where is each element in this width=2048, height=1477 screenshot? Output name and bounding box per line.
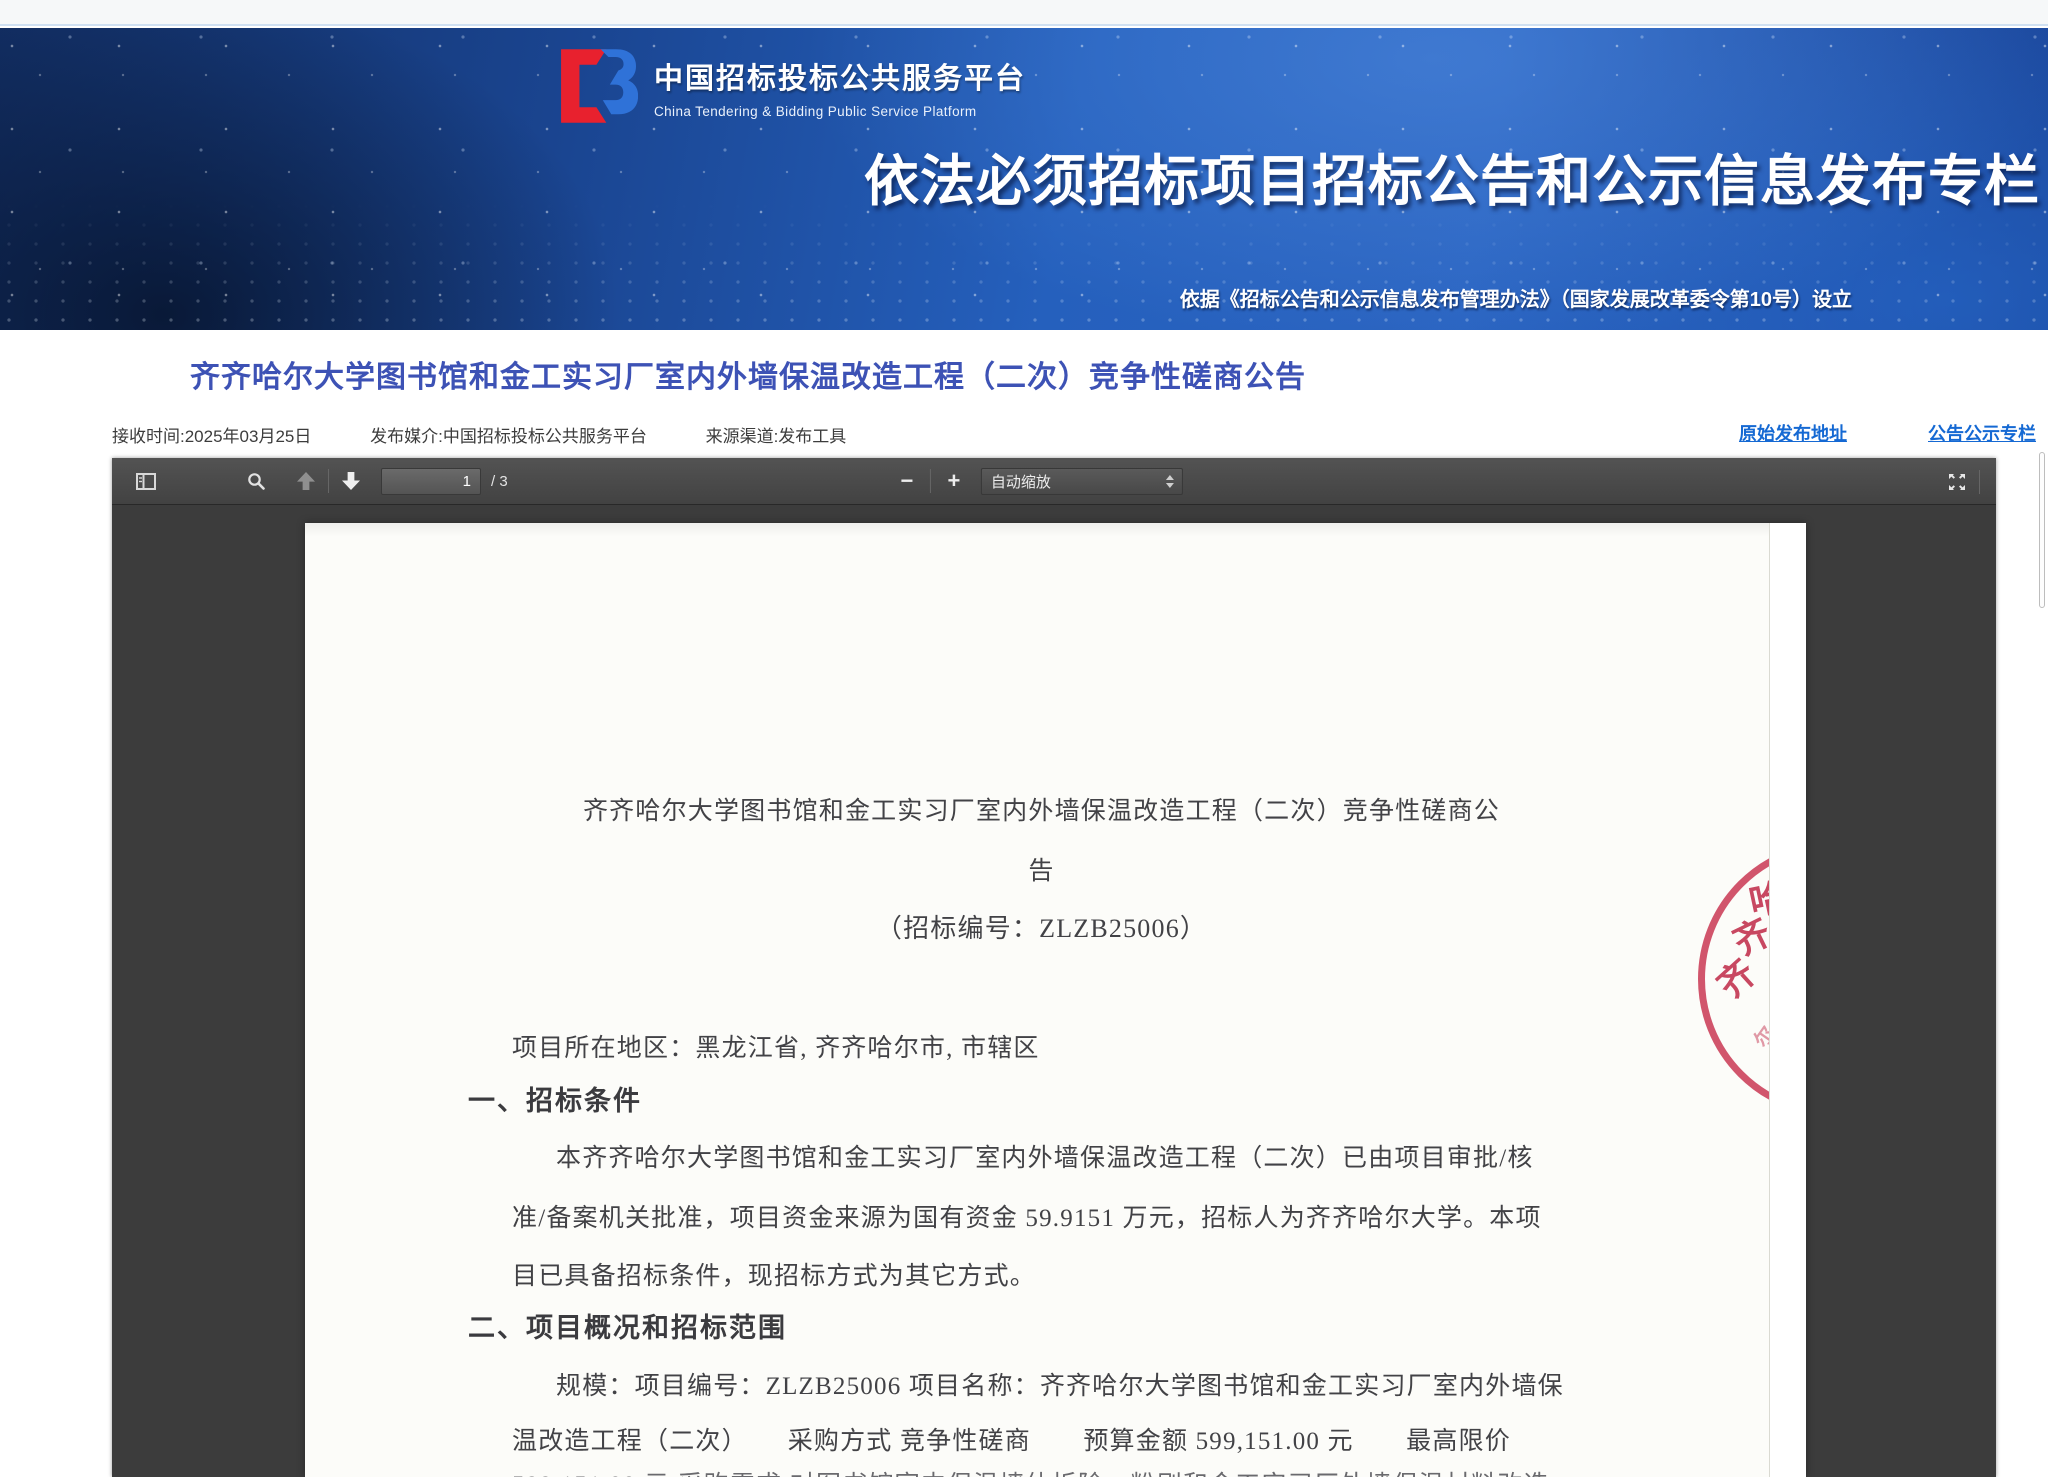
- doc-paragraph-line: 规模：项目编号：ZLZB25006 项目名称：齐齐哈尔大学图书馆和金工实习厂室内…: [556, 1366, 1564, 1402]
- fullscreen-expand-icon: [1947, 472, 1967, 492]
- select-spinner-icon: [1166, 475, 1174, 488]
- toolbar-separator: [930, 469, 931, 493]
- toolbar-right-group: [1941, 458, 1986, 505]
- previous-page-button[interactable]: [290, 466, 322, 496]
- toolbar-separator: [328, 469, 329, 493]
- platform-logo-icon: [552, 45, 638, 127]
- announcement-title: 齐齐哈尔大学图书馆和金工实习厂室内外墙保温改造工程（二次）竞争性磋商公告: [190, 352, 1306, 396]
- zoom-mode-select[interactable]: 自动缩放: [981, 468, 1183, 495]
- announcement-links: 原始发布地址 公告公示专栏: [1663, 420, 2036, 446]
- doc-tender-number: （招标编号：ZLZB25006）: [510, 908, 1573, 945]
- original-publish-link[interactable]: 原始发布地址: [1739, 424, 1847, 444]
- zoom-mode-value: 自动缩放: [991, 471, 1051, 492]
- page-number-input[interactable]: [381, 468, 481, 495]
- search-icon: [247, 472, 265, 490]
- search-button[interactable]: [240, 466, 272, 496]
- header-banner: 中国招标投标公共服务平台 China Tendering & Bidding P…: [0, 28, 2048, 330]
- page-down-icon: [342, 472, 360, 490]
- zoom-in-button[interactable]: +: [937, 468, 971, 494]
- doc-paragraph-line-clipped: 599,151.00 元 采购需求 对图书馆室内保温墙体拆除、粉刷和金工实习厂外…: [512, 1465, 1550, 1477]
- page-up-icon: [297, 472, 315, 490]
- sidebar-toggle-icon: [136, 473, 156, 490]
- page-root: 中国招标投标公共服务平台 China Tendering & Bidding P…: [0, 0, 2048, 1477]
- sidebar-toggle-button[interactable]: [130, 466, 162, 496]
- doc-title-line1: 齐齐哈尔大学图书馆和金工实习厂室内外墙保温改造工程（二次）竞争性磋商公: [510, 791, 1573, 827]
- announcement-meta: 接收时间:2025年03月25日 发布媒介:中国招标投标公共服务平台 来源渠道:…: [112, 422, 900, 447]
- pdf-page-1: 齐齐哈尔大学图书馆和金工实习厂室内外墙保温改造工程（二次）竞争性磋商公 告 （招…: [305, 523, 1806, 1477]
- doc-paragraph-line: 目已具备招标条件，现招标方式为其它方式。: [512, 1256, 1036, 1292]
- doc-paragraph-line: 温改造工程（二次） 采购方式 竞争性磋商 预算金额 599,151.00 元 最…: [512, 1421, 1511, 1457]
- pdf-toolbar: / 3 − + 自动缩放: [112, 458, 1996, 505]
- toolbar-separator: [1979, 470, 1980, 494]
- doc-location: 项目所在地区：黑龙江省, 齐齐哈尔市, 市辖区: [512, 1028, 1040, 1064]
- toolbar-center-group: − + 自动缩放: [890, 468, 1183, 495]
- banner-legal-note: 依据《招标公告和公示信息发布管理办法》（国家发展改革委令第10号）设立: [1180, 283, 1852, 312]
- pdf-viewer: / 3 − + 自动缩放: [112, 458, 1996, 1477]
- presentation-mode-button[interactable]: [1941, 467, 1973, 497]
- toolbar-left-group: / 3: [112, 466, 508, 496]
- platform-brand: 中国招标投标公共服务平台 China Tendering & Bidding P…: [552, 45, 1026, 127]
- next-page-button[interactable]: [335, 466, 367, 496]
- doc-section2-heading: 二、项目概况和招标范围: [468, 1306, 787, 1345]
- page-scrollbar[interactable]: [2039, 452, 2045, 608]
- scanned-document: 齐齐哈尔大学图书馆和金工实习厂室内外墙保温改造工程（二次）竞争性磋商公 告 （招…: [305, 523, 1770, 1477]
- platform-title: 中国招标投标公共服务平台: [654, 55, 1026, 97]
- top-strip: [0, 0, 2048, 26]
- source-channel: 来源渠道:发布工具: [706, 427, 847, 446]
- page-count-label: / 3: [491, 473, 508, 490]
- received-time: 接收时间:2025年03月25日: [112, 427, 311, 446]
- doc-paragraph-line: 准/备案机关批准，项目资金来源为国有资金 59.9151 万元，招标人为齐齐哈尔…: [512, 1198, 1542, 1234]
- zoom-out-button[interactable]: −: [890, 468, 924, 494]
- doc-title-line2: 告: [510, 851, 1573, 887]
- announcement-header: 齐齐哈尔大学图书馆和金工实习厂室内外墙保温改造工程（二次）竞争性磋商公告 接收时…: [0, 330, 2048, 458]
- doc-section1-heading: 一、招标条件: [468, 1079, 642, 1118]
- platform-title-block: 中国招标投标公共服务平台 China Tendering & Bidding P…: [654, 45, 1026, 119]
- platform-subtitle: China Tendering & Bidding Public Service…: [654, 104, 1026, 119]
- doc-paragraph-line: 本齐齐哈尔大学图书馆和金工实习厂室内外墙保温改造工程（二次）已由项目审批/核: [556, 1138, 1534, 1174]
- notice-column-link[interactable]: 公告公示专栏: [1928, 424, 2036, 444]
- banner-main-title: 依法必须招标项目招标公告和公示信息发布专栏: [864, 136, 2040, 216]
- publish-medium: 发布媒介:中国招标投标公共服务平台: [370, 427, 647, 446]
